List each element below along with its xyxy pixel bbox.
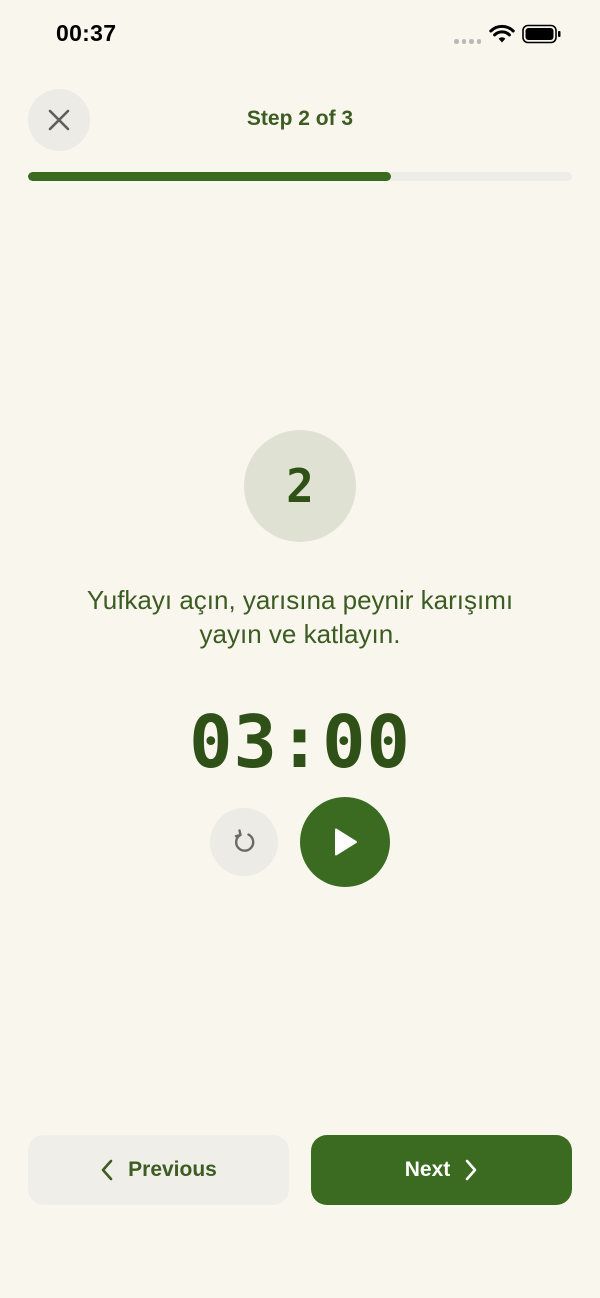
timer-display: 03:00 (189, 700, 411, 784)
chevron-right-icon (465, 1159, 477, 1181)
battery-icon (522, 24, 561, 44)
next-button[interactable]: Next (311, 1135, 572, 1205)
status-time: 00:37 (56, 20, 117, 46)
reset-icon (234, 829, 255, 852)
reset-timer-button[interactable] (210, 808, 278, 876)
next-button-label: Next (404, 1158, 451, 1181)
step-counter: Step 2 of 3 (246, 107, 354, 130)
wifi-icon (489, 24, 515, 43)
step-instruction: Yufkayı açın, yarısına peynir karışımı y… (86, 585, 514, 649)
previous-button[interactable]: Previous (28, 1135, 289, 1205)
step-number-badge: 2 (244, 430, 356, 542)
progress-bar (28, 172, 572, 181)
status-bar: 00:37 (0, 0, 600, 70)
progress-fill (28, 172, 391, 181)
cellular-signal-icon (454, 39, 481, 44)
chevron-left-icon (101, 1159, 113, 1181)
play-timer-button[interactable] (300, 797, 390, 887)
recipe-step-screen: 00:37 Step 2 of 3 2 Yufkayı açın, yarısı… (0, 0, 600, 1298)
play-icon (335, 828, 357, 856)
previous-button-label: Previous (128, 1158, 217, 1181)
